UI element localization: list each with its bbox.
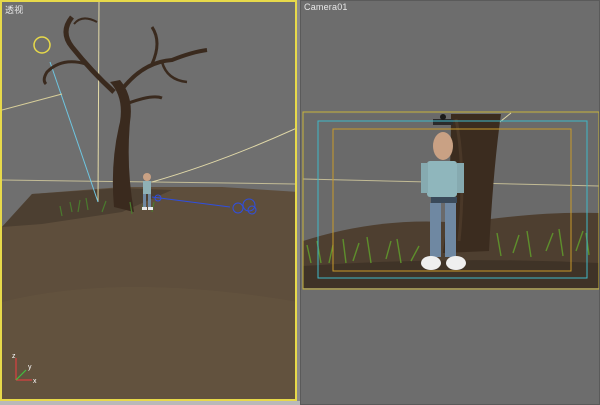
svg-text:y: y (28, 364, 32, 371)
viewport-label-camera[interactable]: Camera01 (304, 2, 348, 12)
viewport-bottom-edge (0, 401, 300, 405)
tree-trunk (110, 80, 134, 212)
camera-viewport[interactable]: Camera01 (300, 0, 600, 405)
viewport-label-perspective[interactable]: 透视 (5, 3, 23, 16)
perspective-viewport[interactable]: z y x 透视 (0, 0, 297, 401)
light-icon (33, 36, 51, 54)
camera-scene (302, 111, 599, 290)
perspective-scene: z y x (2, 2, 295, 399)
svg-text:x: x (33, 378, 37, 385)
svg-text:z: z (12, 353, 16, 360)
